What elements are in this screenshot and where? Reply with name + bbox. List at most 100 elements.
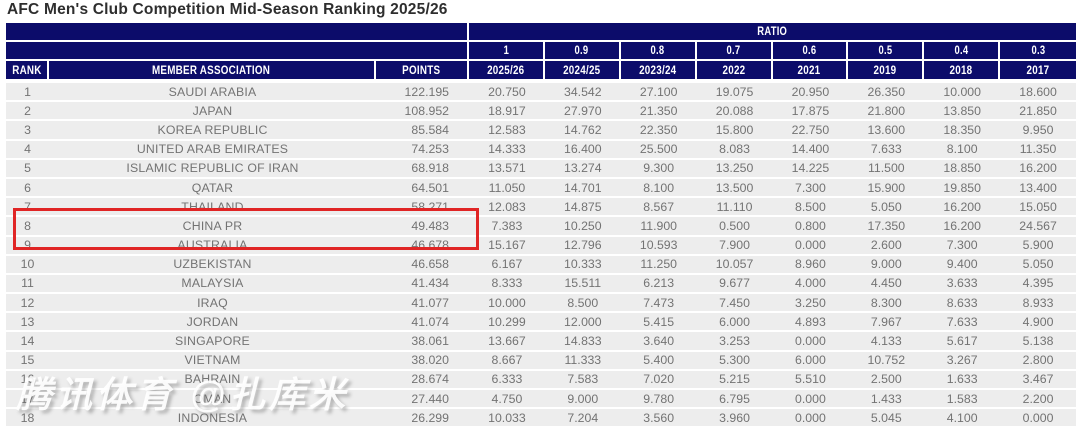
season-column-header: 2025/26: [469, 61, 545, 81]
season-value-cell: 11.500: [848, 161, 924, 175]
ratio-value-cell: 0.3: [1000, 42, 1076, 61]
rank-column-header: RANK: [6, 61, 49, 81]
season-value-cell: 5.415: [621, 315, 697, 329]
season-value-cell: 8.333: [469, 276, 545, 290]
points-cell: 27.440: [376, 392, 469, 406]
season-value-cell: 15.511: [545, 276, 621, 290]
season-value-cell: 26.350: [848, 85, 924, 99]
season-value-cell: 21.850: [1000, 104, 1076, 118]
table-row: 14SINGAPORE38.06113.66714.8333.6403.2530…: [6, 332, 1076, 349]
column-header-row: RANK MEMBER ASSOCIATION POINTS 2025/2620…: [6, 61, 1076, 81]
season-value-cell: 21.800: [848, 104, 924, 118]
table-row: 17OMAN27.4404.7509.0009.7806.7950.0001.4…: [6, 390, 1076, 407]
season-value-cell: 7.633: [848, 142, 924, 156]
page-title: AFC Men's Club Competition Mid-Season Ra…: [7, 1, 448, 19]
rank-cell: 15: [6, 353, 49, 367]
season-value-cell: 5.050: [848, 200, 924, 214]
ratio-value-cell: 0.5: [848, 42, 924, 61]
season-value-cell: 12.083: [469, 200, 545, 214]
rank-cell: 5: [6, 161, 49, 175]
points-cell: 26.299: [376, 411, 469, 425]
season-value-cell: 4.000: [773, 276, 849, 290]
season-value-cell: 5.617: [924, 334, 1000, 348]
season-value-cell: 3.960: [697, 411, 773, 425]
association-cell: MALAYSIA: [49, 276, 376, 290]
rank-cell: 11: [6, 276, 49, 290]
table-row: 2JAPAN108.95218.91727.97021.35020.08817.…: [6, 102, 1076, 119]
points-column-header: POINTS: [376, 61, 469, 81]
points-cell: 68.918: [376, 161, 469, 175]
season-value-cell: 27.970: [545, 104, 621, 118]
association-cell: OMAN: [49, 392, 376, 406]
season-value-cell: 7.020: [621, 372, 697, 386]
rank-cell: 10: [6, 257, 49, 271]
table-row: 3KOREA REPUBLIC85.58412.58314.76222.3501…: [6, 121, 1076, 138]
rank-cell: 3: [6, 123, 49, 137]
season-value-cell: 22.750: [773, 123, 849, 137]
season-value-cell: 7.633: [924, 315, 1000, 329]
association-cell: UZBEKISTAN: [49, 257, 376, 271]
points-cell: 38.061: [376, 334, 469, 348]
season-value-cell: 16.200: [1000, 161, 1076, 175]
season-value-cell: 7.967: [848, 315, 924, 329]
association-cell: UNITED ARAB EMIRATES: [49, 142, 376, 156]
season-value-cell: 14.225: [773, 161, 849, 175]
season-value-cell: 7.204: [545, 411, 621, 425]
season-value-cell: 0.800: [773, 219, 849, 233]
season-value-cell: 2.600: [848, 238, 924, 252]
association-cell: KOREA REPUBLIC: [49, 123, 376, 137]
header-ratio-group-cell: RATIO: [469, 23, 1076, 42]
season-value-cell: 11.350: [1000, 142, 1076, 156]
season-value-cell: 7.583: [545, 372, 621, 386]
season-value-cell: 6.795: [697, 392, 773, 406]
season-value-cell: 3.633: [924, 276, 1000, 290]
season-value-cell: 6.213: [621, 276, 697, 290]
season-value-cell: 20.088: [697, 104, 773, 118]
season-value-cell: 5.045: [848, 411, 924, 425]
table-row: 11MALAYSIA41.4348.33315.5116.2139.6774.0…: [6, 275, 1076, 292]
points-cell: 46.658: [376, 257, 469, 271]
season-value-cell: 11.110: [697, 200, 773, 214]
table-body: 1SAUDI ARABIA122.19520.75034.54227.10019…: [6, 83, 1076, 426]
season-value-cell: 10.250: [545, 219, 621, 233]
points-cell: 122.195: [376, 85, 469, 99]
ratio-value-cell: 0.6: [773, 42, 849, 61]
season-value-cell: 25.500: [621, 142, 697, 156]
season-value-cell: 8.500: [545, 296, 621, 310]
season-value-cell: 12.796: [545, 238, 621, 252]
season-value-cell: 4.893: [773, 315, 849, 329]
season-value-cell: 8.567: [621, 200, 697, 214]
rank-cell: 16: [6, 372, 49, 386]
rank-cell: 1: [6, 85, 49, 99]
association-cell: BAHRAIN: [49, 372, 376, 386]
header-empty-cell: [6, 23, 469, 42]
association-cell: QATAR: [49, 181, 376, 195]
points-cell: 41.077: [376, 296, 469, 310]
season-value-cell: 3.640: [621, 334, 697, 348]
season-value-cell: 10.033: [469, 411, 545, 425]
table-row: 15VIETNAM38.0208.66711.3335.4005.3006.00…: [6, 352, 1076, 369]
season-value-cell: 14.333: [469, 142, 545, 156]
season-value-cell: 4.133: [848, 334, 924, 348]
season-value-cell: 14.400: [773, 142, 849, 156]
rank-cell: 12: [6, 296, 49, 310]
season-value-cell: 7.473: [621, 296, 697, 310]
season-value-cell: 13.571: [469, 161, 545, 175]
season-value-cell: 14.762: [545, 123, 621, 137]
season-value-cell: 13.667: [469, 334, 545, 348]
season-value-cell: 12.000: [545, 315, 621, 329]
season-value-cell: 2.500: [848, 372, 924, 386]
season-value-cell: 7.900: [697, 238, 773, 252]
season-value-cell: 9.300: [621, 161, 697, 175]
rank-cell: 2: [6, 104, 49, 118]
season-value-cell: 19.075: [697, 85, 773, 99]
rank-cell: 6: [6, 181, 49, 195]
season-value-cell: 13.250: [697, 161, 773, 175]
season-value-cell: 22.350: [621, 123, 697, 137]
table-row: 10UZBEKISTAN46.6586.16710.33311.25010.05…: [6, 256, 1076, 273]
season-value-cell: 10.752: [848, 353, 924, 367]
ratio-value-cell: 0.9: [545, 42, 621, 61]
season-column-header: 2017: [1000, 61, 1076, 81]
season-value-cell: 8.083: [697, 142, 773, 156]
season-value-cell: 27.100: [621, 85, 697, 99]
